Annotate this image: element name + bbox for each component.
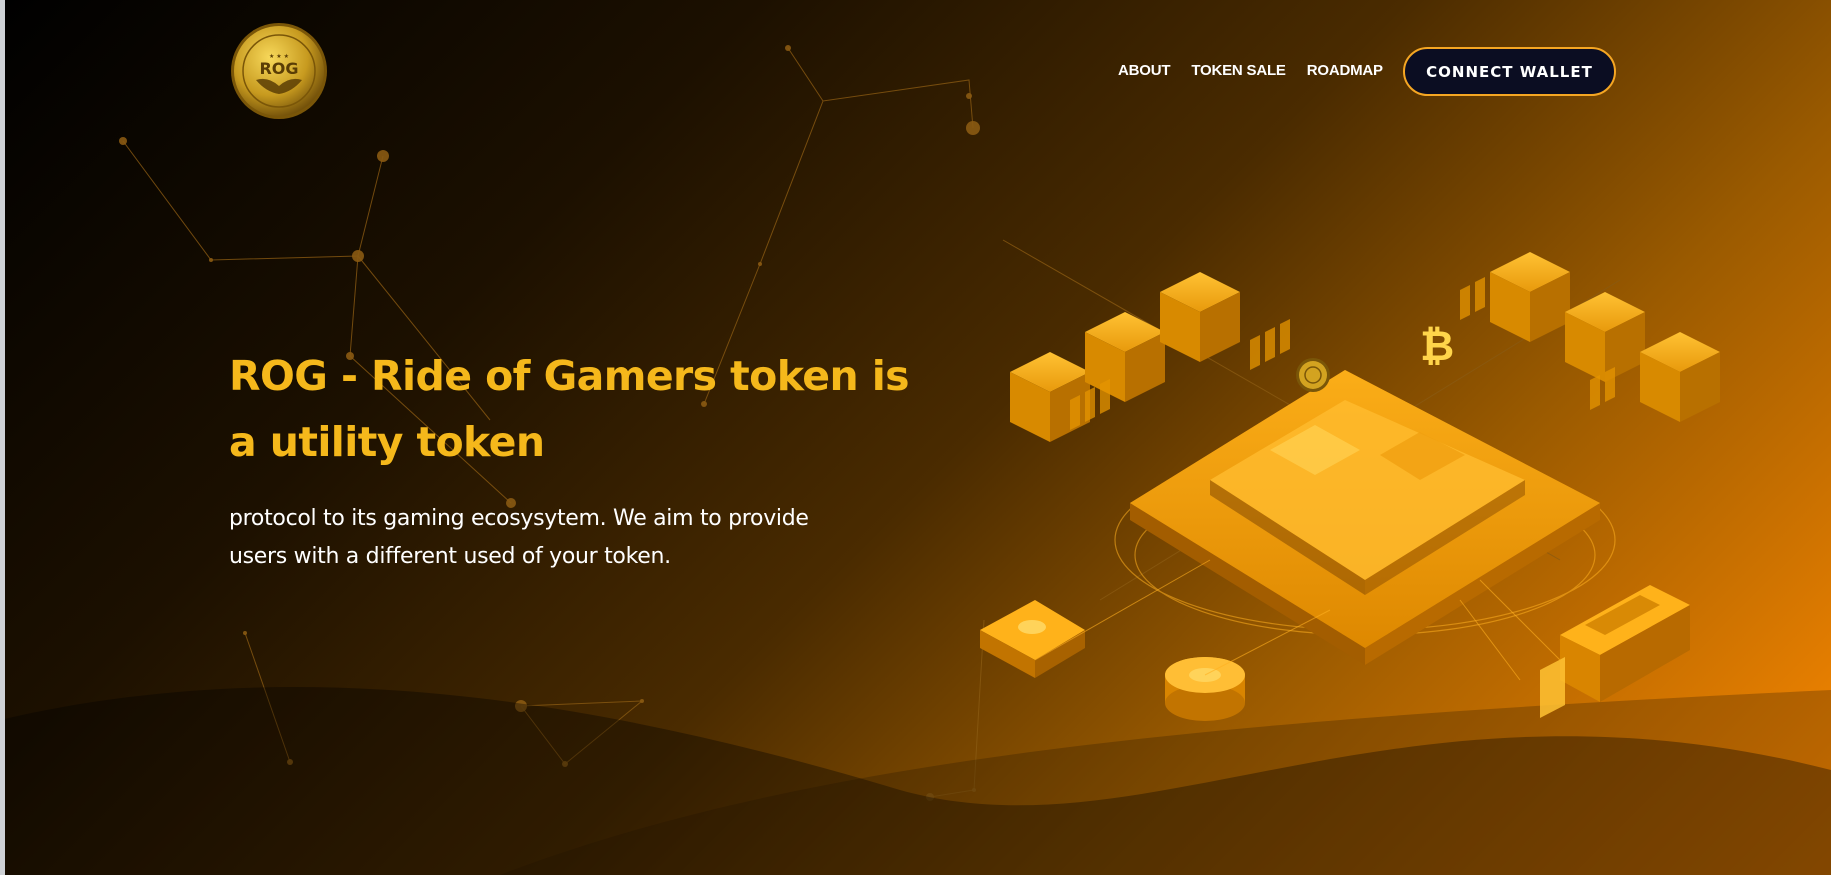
- hero-title: ROG - Ride of Gamers token is a utility …: [229, 343, 929, 475]
- svg-text:ROG: ROG: [259, 59, 298, 78]
- bitcoin-icon: ₿: [1420, 321, 1454, 370]
- main-platform: [1130, 370, 1600, 665]
- hero-description-line-1: protocol to its gaming ecosysytem. We ai…: [229, 506, 809, 531]
- nav-token-sale[interactable]: TOKEN SALE: [1191, 60, 1286, 82]
- blockchain-illustration: ₿: [980, 252, 1720, 721]
- hero-description: protocol to its gaming ecosysytem. We ai…: [229, 500, 869, 576]
- cube-group-left: [1010, 272, 1240, 442]
- main-nav: ABOUT TOKEN SALE ROADMAP: [1118, 60, 1383, 82]
- hero-description-line-2: users with a different used of your toke…: [229, 544, 671, 569]
- coin-stack: [1165, 657, 1245, 721]
- nav-roadmap[interactable]: ROADMAP: [1307, 60, 1383, 82]
- small-platform-left: [980, 600, 1085, 678]
- rog-logo[interactable]: ★ ★ ★ ROG: [230, 22, 328, 120]
- connect-wallet-button[interactable]: CONNECT WALLET: [1403, 47, 1616, 96]
- site-header: ★ ★ ★ ROG ABOUT TOKEN SALE ROADMAP CONNE…: [0, 0, 1831, 140]
- page: ★ ★ ★ ROG ABOUT TOKEN SALE ROADMAP CONNE…: [0, 0, 1831, 875]
- hero-title-line-1: ROG - Ride of Gamers token is: [229, 352, 910, 400]
- hero-title-line-2: a utility token: [229, 418, 545, 466]
- chest-box: [1540, 585, 1690, 718]
- coin-icon: [1296, 358, 1330, 392]
- nav-about[interactable]: ABOUT: [1118, 60, 1171, 82]
